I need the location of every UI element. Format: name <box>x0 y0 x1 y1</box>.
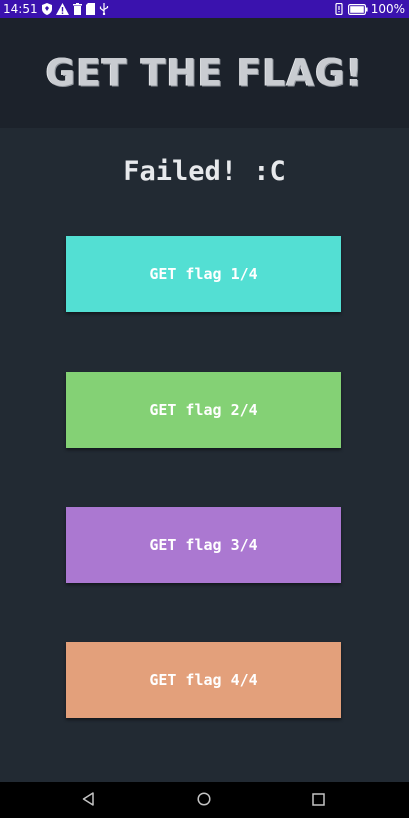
back-icon <box>82 791 94 810</box>
warning-icon <box>55 0 69 18</box>
result-text: Failed! :C <box>123 156 286 187</box>
recents-button[interactable] <box>298 782 338 818</box>
navigation-bar <box>0 782 409 818</box>
sd-card-icon <box>85 0 95 18</box>
status-left: 14:51 <box>3 0 109 18</box>
get-flag-2-button[interactable]: GET flag 2/4 <box>66 372 341 448</box>
shield-icon <box>41 0 52 18</box>
get-flag-1-button[interactable]: GET flag 1/4 <box>66 236 341 312</box>
status-bar: 14:51 100% <box>0 0 409 18</box>
usb-icon <box>99 0 109 18</box>
vibrate-icon <box>334 0 344 18</box>
home-icon <box>197 791 211 810</box>
status-right: 100% <box>330 0 405 18</box>
battery-percent: 100% <box>370 2 405 16</box>
get-flag-3-label: GET flag 3/4 <box>149 536 258 554</box>
home-button[interactable] <box>184 782 224 818</box>
status-time: 14:51 <box>3 2 38 16</box>
recents-icon <box>311 791 325 810</box>
get-flag-2-label: GET flag 2/4 <box>149 401 258 419</box>
battery-icon <box>347 0 368 18</box>
get-flag-4-button[interactable]: GET flag 4/4 <box>66 642 341 718</box>
back-button[interactable] <box>68 782 108 818</box>
trash-icon <box>72 0 82 18</box>
get-flag-4-label: GET flag 4/4 <box>149 671 258 689</box>
get-flag-3-button[interactable]: GET flag 3/4 <box>66 507 341 583</box>
app-title: GET THE FLAG! <box>45 51 364 95</box>
app-header: GET THE FLAG! <box>0 18 409 128</box>
get-flag-1-label: GET flag 1/4 <box>149 265 258 283</box>
